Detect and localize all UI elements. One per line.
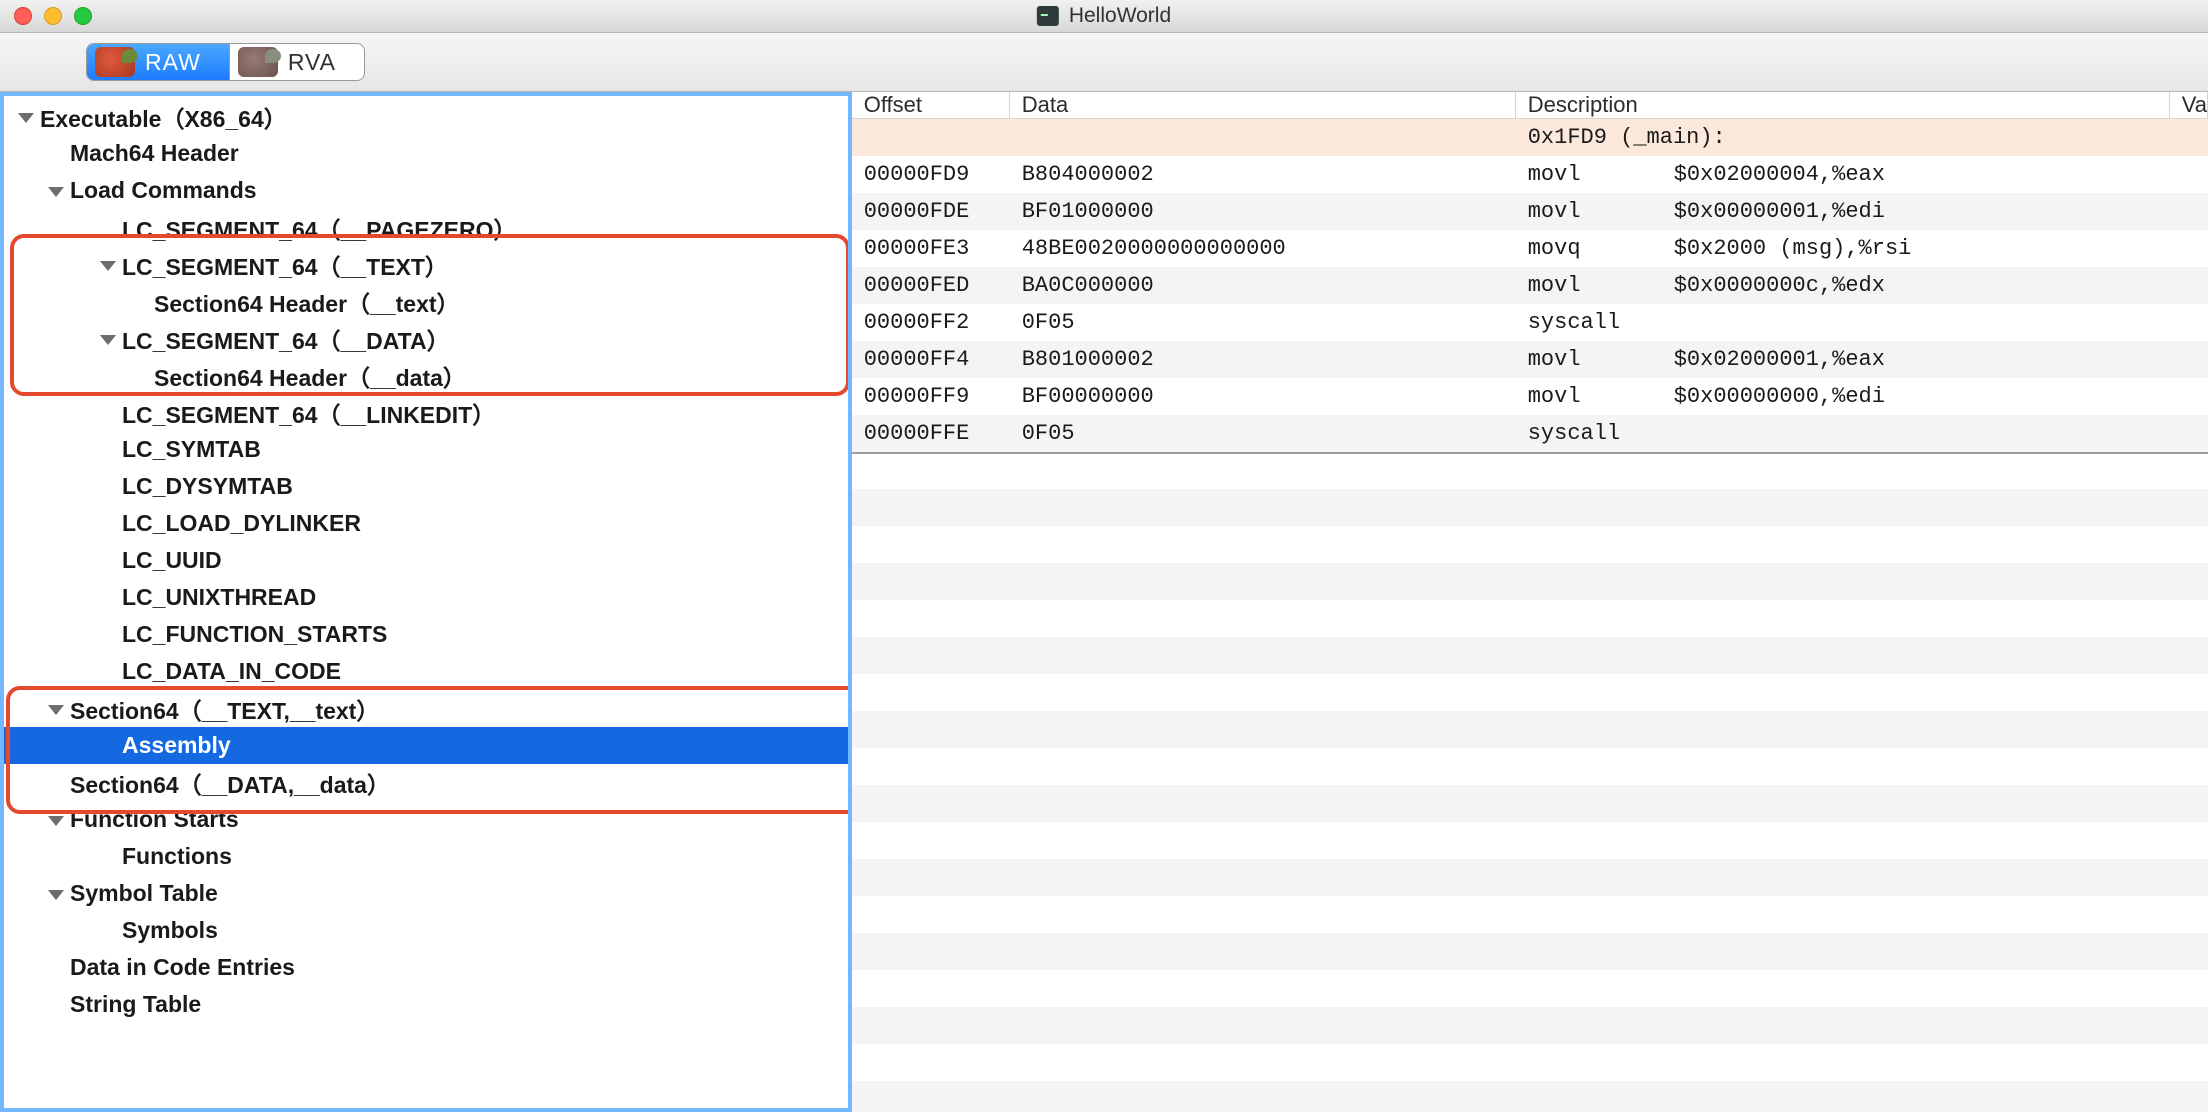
tree-lc-dysymtab[interactable]: LC_DYSYMTAB	[4, 468, 848, 505]
tree-symbol-table[interactable]: Symbol Table	[4, 875, 848, 912]
structure-tree[interactable]: Executable（X86_64） Mach64 Header Load Co…	[0, 92, 852, 1112]
col-offset[interactable]: Offset	[852, 92, 1010, 118]
tree-seg-text[interactable]: LC_SEGMENT_64（__TEXT）	[4, 246, 848, 283]
tab-rva[interactable]: RVA	[229, 44, 364, 80]
tree-section64-text[interactable]: Section64（__TEXT,__text）	[4, 690, 848, 727]
tree-seg-pagezero[interactable]: LC_SEGMENT_64（__PAGEZERO）	[4, 209, 848, 246]
close-window-button[interactable]	[14, 7, 32, 25]
col-value[interactable]: Va	[2170, 92, 2208, 118]
tree-lc-uuid[interactable]: LC_UUID	[4, 542, 848, 579]
section-header-row[interactable]: 0x1FD9 (_main):	[852, 119, 2208, 156]
raw-icon	[95, 47, 135, 77]
tree-sect-data[interactable]: Section64 Header（__data）	[4, 357, 848, 394]
filler-row	[852, 452, 2208, 489]
tree-mach64-header[interactable]: Mach64 Header	[4, 135, 848, 172]
tab-rva-label: RVA	[288, 49, 336, 76]
asm-row[interactable]: 00000FF4 B801000002 movl $0x02000001,%ea…	[852, 341, 2208, 378]
main-split: Executable（X86_64） Mach64 Header Load Co…	[0, 92, 2208, 1112]
tree-lc-function-starts[interactable]: LC_FUNCTION_STARTS	[4, 616, 848, 653]
asm-row[interactable]: 00000FF9 BF00000000 movl $0x00000000,%ed…	[852, 378, 2208, 415]
tree-lc-data-in-code[interactable]: LC_DATA_IN_CODE	[4, 653, 848, 690]
tree-section64-data[interactable]: Section64（__DATA,__data）	[4, 764, 848, 801]
zoom-window-button[interactable]	[74, 7, 92, 25]
filler	[852, 489, 2208, 1112]
col-description[interactable]: Description	[1516, 92, 2170, 118]
toolbar: RAW RVA	[0, 33, 2208, 92]
section-header-label: 0x1FD9 (_main):	[1516, 125, 1726, 150]
view-mode-tabs: RAW RVA	[86, 43, 365, 81]
tree-seg-linkedit[interactable]: LC_SEGMENT_64（__LINKEDIT）	[4, 394, 848, 431]
asm-row[interactable]: 00000FDE BF01000000 movl $0x00000001,%ed…	[852, 193, 2208, 230]
window-controls	[14, 7, 92, 25]
asm-row[interactable]: 00000FE3 48BE0020000000000000 movq $0x20…	[852, 230, 2208, 267]
asm-row[interactable]: 00000FF2 0F05 syscall	[852, 304, 2208, 341]
tree-lc-unixthread[interactable]: LC_UNIXTHREAD	[4, 579, 848, 616]
window-title: HelloWorld	[1037, 4, 1171, 28]
tree-load-commands[interactable]: Load Commands	[4, 172, 848, 209]
rva-icon	[238, 47, 278, 77]
titlebar: HelloWorld	[0, 0, 2208, 33]
tree-seg-data[interactable]: LC_SEGMENT_64（__DATA）	[4, 320, 848, 357]
asm-row[interactable]: 00000FED BA0C000000 movl $0x0000000c,%ed…	[852, 267, 2208, 304]
window-title-text: HelloWorld	[1069, 4, 1171, 28]
minimize-window-button[interactable]	[44, 7, 62, 25]
tree-symbols[interactable]: Symbols	[4, 912, 848, 949]
asm-row[interactable]: 00000FD9 B804000002 movl $0x02000004,%ea…	[852, 156, 2208, 193]
assembly-rows: 0x1FD9 (_main): 00000FD9 B804000002 movl…	[852, 119, 2208, 1112]
tree-sect-text[interactable]: Section64 Header（__text）	[4, 283, 848, 320]
tab-raw-label: RAW	[145, 49, 201, 76]
tree-root[interactable]: Executable（X86_64）	[4, 98, 848, 135]
col-data[interactable]: Data	[1010, 92, 1516, 118]
tree-function-starts[interactable]: Function Starts	[4, 801, 848, 838]
column-headers: Offset Data Description Va	[852, 92, 2208, 119]
tree-data-in-code-entries[interactable]: Data in Code Entries	[4, 949, 848, 986]
tab-raw[interactable]: RAW	[87, 44, 229, 80]
tree-string-table[interactable]: String Table	[4, 986, 848, 1023]
tree-functions[interactable]: Functions	[4, 838, 848, 875]
tree-lc-dylinker[interactable]: LC_LOAD_DYLINKER	[4, 505, 848, 542]
tree-assembly[interactable]: Assembly	[4, 727, 848, 764]
tree-lc-symtab[interactable]: LC_SYMTAB	[4, 431, 848, 468]
detail-panel: Offset Data Description Va 0x1FD9 (_main…	[852, 92, 2208, 1112]
asm-row[interactable]: 00000FFE 0F05 syscall	[852, 415, 2208, 452]
app-icon	[1037, 6, 1059, 26]
